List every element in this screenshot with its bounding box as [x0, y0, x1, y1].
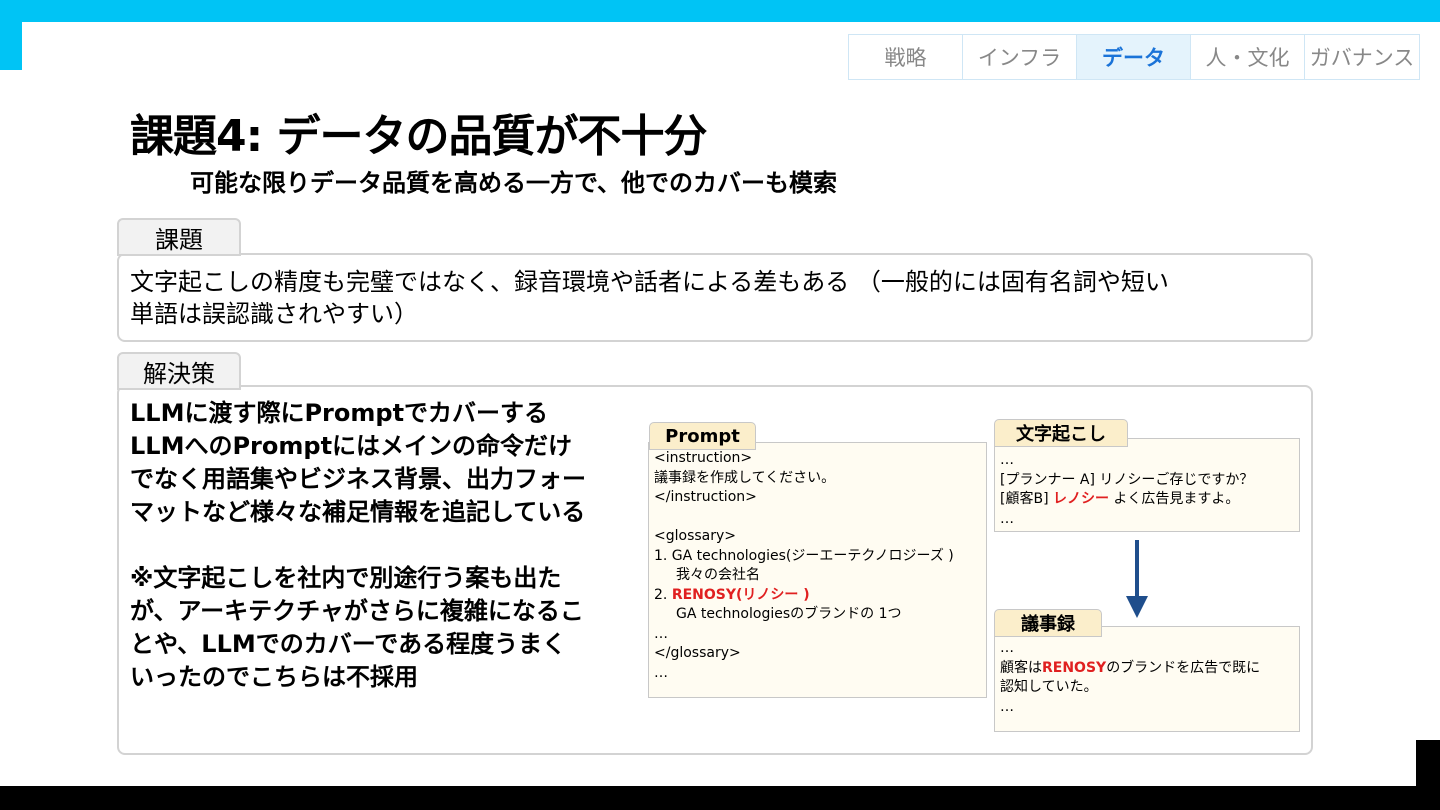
highlight-term: RENOSY(リノシー )	[671, 586, 810, 603]
down-arrow-icon	[1126, 540, 1148, 618]
problem-line-2: 単語は誤認識されやすい）	[130, 300, 418, 328]
prompt-line: </instruction>	[654, 489, 757, 505]
minutes-line: …	[1000, 640, 1014, 656]
bottom-right-mark	[1416, 740, 1440, 786]
prompt-line: 議事録を作成してください。	[654, 469, 836, 486]
prompt-line: …	[654, 625, 668, 642]
solution-line-3: でなく用語集やビジネス背景、出力フォー	[130, 465, 586, 493]
speaker-tag: [顧客B]	[1000, 491, 1053, 507]
transcript-line: [プランナー A] リノシーご存じですか？	[1000, 471, 1254, 488]
solution-label: 解決策	[117, 352, 241, 390]
nav-tab-governance[interactable]: ガバナンス	[1305, 35, 1419, 79]
slide-subtitle: 可能な限りデータ品質を高める一方で、他でのカバーも模索	[190, 169, 838, 197]
note-line-2: が、アーキテクチャがさらに複雑になるこ	[130, 597, 584, 625]
nav-tab-people-culture[interactable]: 人・文化	[1191, 35, 1305, 79]
problem-label: 課題	[117, 218, 241, 256]
prompt-blank-line	[654, 508, 981, 528]
prompt-line: <instruction>	[654, 450, 753, 466]
transcript-line: …	[1000, 510, 1014, 527]
transcript-line: [顧客B] レノシー よく広告見ますよ。	[1000, 490, 1294, 510]
nav-tab-infra[interactable]: インフラ	[963, 35, 1077, 79]
highlight-term: RENOSY	[1042, 659, 1107, 676]
prompt-line: </glossary>	[654, 645, 741, 661]
note-line-1: ※文字起こしを社内で別途行う案も出た	[130, 564, 562, 592]
nav-tab-strategy[interactable]: 戦略	[849, 35, 963, 79]
left-accent-mark	[0, 22, 22, 70]
prompt-line: <glossary>	[654, 528, 737, 544]
solution-line-4: マットなど様々な補足情報を追記している	[130, 498, 586, 526]
prompt-line: 我々の会社名	[676, 567, 760, 583]
prompt-line: 1. GA technologies(ジーエーテクノロジーズ )	[654, 547, 954, 564]
prompt-line: GA technologiesのブランドの 1つ	[676, 606, 902, 622]
transcript-line: …	[1000, 452, 1014, 468]
minutes-line: …	[1000, 698, 1014, 715]
solution-line-1: LLMに渡す際にPromptでカバーする	[130, 399, 549, 427]
minutes-panel: … 顧客はRENOSYのブランドを広告で既に 認知していた。 …	[994, 626, 1300, 732]
note-line-4: いったのでこちらは不採用	[130, 663, 418, 691]
top-accent-bar	[0, 0, 1440, 22]
prompt-line: …	[654, 664, 668, 681]
minutes-line: 認知していた。	[1000, 679, 1098, 695]
highlight-term: レノシー	[1052, 491, 1109, 507]
problem-text: 文字起こしの精度も完璧ではなく、録音環境や話者による差もある （一般的には固有名…	[130, 266, 1300, 330]
nav-tab-data[interactable]: データ	[1077, 35, 1191, 79]
prompt-number: 2.	[654, 586, 672, 603]
minutes-panel-label: 議事録	[994, 609, 1102, 637]
minutes-text: のブランドを広告で既に	[1106, 659, 1261, 676]
prompt-line: 2. RENOSY(リノシー )	[654, 586, 981, 606]
section-nav: 戦略 インフラ データ 人・文化 ガバナンス	[848, 34, 1420, 80]
transcript-panel-label: 文字起こし	[994, 419, 1128, 447]
problem-line-1: 文字起こしの精度も完璧ではなく、録音環境や話者による差もある （一般的には固有名…	[130, 268, 1169, 296]
minutes-text: 顧客は	[1000, 659, 1042, 676]
minutes-line: 顧客はRENOSYのブランドを広告で既に	[1000, 659, 1294, 679]
prompt-panel: <instruction> 議事録を作成してください。 </instructio…	[648, 442, 987, 698]
prompt-panel-label: Prompt	[649, 422, 756, 450]
transcript-text: よく広告見ますよ。	[1108, 491, 1240, 507]
transcript-panel: … [プランナー A] リノシーご存じですか？ [顧客B] レノシー よく広告見…	[994, 438, 1300, 532]
slide-title: 課題4: データの品質が不十分	[130, 111, 708, 162]
bottom-bar	[0, 786, 1440, 810]
solution-line-2: LLMへのPromptにはメインの命令だけ	[130, 432, 573, 460]
note-line-3: とや、LLMでのカバーである程度うまく	[130, 630, 567, 658]
